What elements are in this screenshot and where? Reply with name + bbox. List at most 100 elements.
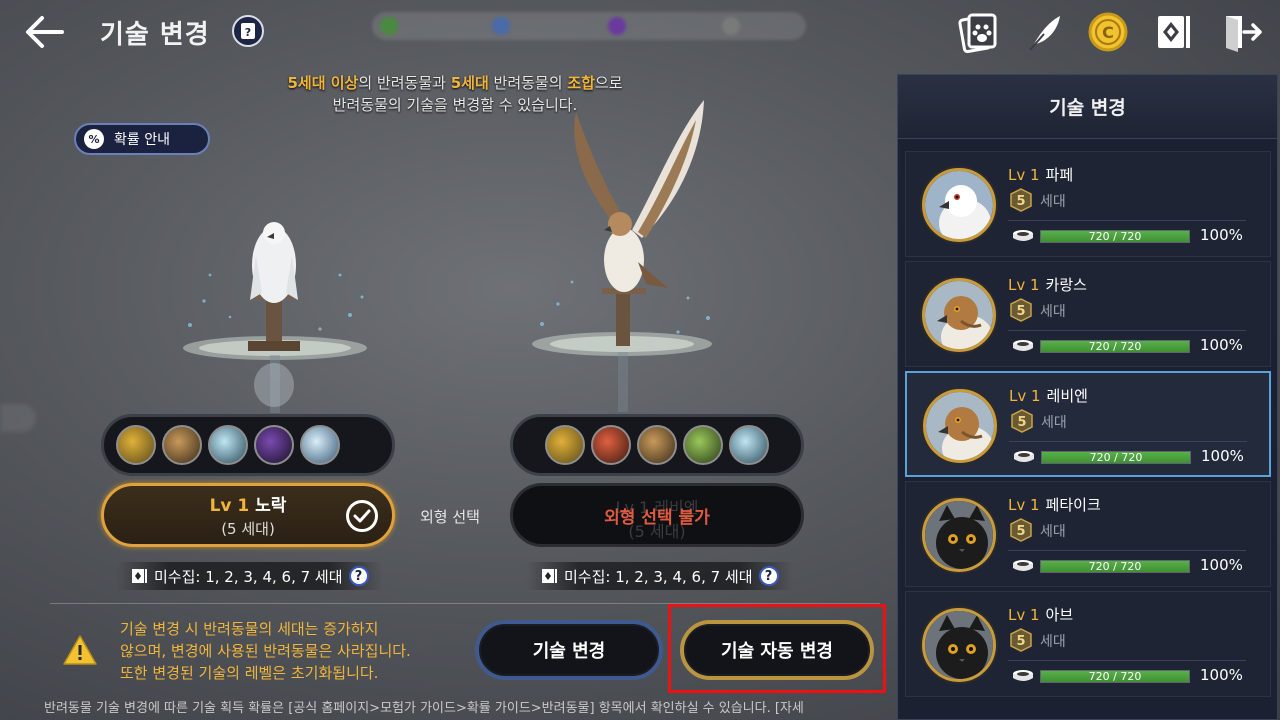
percent-icon: %: [84, 129, 104, 149]
divider: [1008, 220, 1246, 221]
pet-name: 카랑스: [1045, 276, 1087, 294]
bond-bar: 720 / 720: [1040, 670, 1190, 683]
pet-name: 페타이크: [1045, 496, 1101, 514]
generation-label: 세대: [1040, 304, 1066, 320]
footer-note: 반려동물 기술 변경에 따른 기술 획득 확률은 [공식 홈페이지>모험가 가이…: [44, 701, 804, 716]
pet-card[interactable]: Lv 1 아브 5 세대 720 / 720 100%: [905, 591, 1271, 697]
bond-icon: [1012, 668, 1034, 688]
pet-card[interactable]: Lv 1 파페 5 세대 720 / 720 100%: [905, 151, 1271, 257]
left-skill-tray: [101, 414, 395, 476]
bond-bar: 720 / 720: [1041, 451, 1191, 464]
pet-name-row: Lv 1 카랑스: [1008, 274, 1087, 295]
generation-number: 5: [1016, 304, 1025, 319]
generation-badge-icon: 5: [1010, 518, 1032, 542]
right-uncollected-text: 미수집: 1, 2, 3, 4, 6, 7 세대: [564, 567, 753, 586]
left-uncollected-text: 미수집: 1, 2, 3, 4, 6, 7 세대: [154, 567, 343, 586]
left-pet-model: [170, 205, 380, 415]
left-pet-level: Lv 1: [209, 496, 250, 516]
warning-line1: 기술 변경 시 반려동물의 세대는 증가하지: [120, 620, 379, 638]
pickaxe-skill-icon[interactable]: [162, 425, 202, 465]
divider: [1008, 330, 1246, 331]
pet-card[interactable]: Lv 1 카랑스 5 세대 720 / 720 100%: [905, 261, 1271, 367]
left-uncollected: 미수집: 1, 2, 3, 4, 6, 7 세대 ?: [116, 562, 383, 590]
warning-line2: 않으며, 변경에 사용된 반려동물은 사라집니다.: [120, 642, 411, 660]
multi-skill-icon[interactable]: [545, 425, 585, 465]
warning-line3: 또한 변경된 기술의 레벨은 초기화됩니다.: [120, 664, 379, 682]
highlight-box: [668, 604, 886, 693]
pet-level: Lv 1: [1008, 606, 1040, 624]
multi-skill-icon[interactable]: [116, 425, 156, 465]
bond-bar: 720 / 720: [1040, 560, 1190, 573]
top-bar: 기술 변경 ? C: [0, 0, 1280, 64]
bond-value: 720 / 720: [1088, 670, 1142, 683]
feather-icon[interactable]: [1022, 10, 1066, 54]
currency-strip: [372, 12, 806, 40]
pet-avatar: [923, 389, 997, 463]
pet-name-row: Lv 1 레비엔: [1009, 385, 1088, 406]
bond-percent: 100%: [1200, 556, 1243, 574]
left-pet-generation: (5 세대): [221, 520, 275, 538]
pet-name-row: Lv 1 아브: [1008, 604, 1073, 625]
bond-icon: [1012, 228, 1034, 248]
pet-level: Lv 1: [1008, 166, 1040, 184]
left-pet-selector[interactable]: Lv 1 노락 (5 세대): [101, 483, 395, 547]
skill-change-button[interactable]: 기술 변경: [475, 620, 663, 680]
bond-percent: 100%: [1201, 447, 1244, 465]
bond-bar: 720 / 720: [1040, 340, 1190, 353]
generation-badge-icon: 5: [1011, 409, 1033, 433]
bond-bar: 720 / 720: [1040, 230, 1190, 243]
ice-skill-icon[interactable]: [729, 425, 769, 465]
panel-title: 기술 변경: [898, 75, 1277, 139]
pet-list-panel: 기술 변경 Lv 1 파페 5 세대 720 / 720 100% Lv 1 카랑스 5 세대 72…: [897, 74, 1278, 720]
nature-skill-icon[interactable]: [683, 425, 723, 465]
instruction-highlight: 5세대: [450, 74, 489, 92]
warning-icon: [62, 634, 98, 670]
gather-skill-icon[interactable]: [300, 425, 340, 465]
look-select-label: 외형 선택: [420, 508, 480, 526]
bond-value: 720 / 720: [1089, 451, 1143, 464]
pet-card[interactable]: Lv 1 레비엔 5 세대 720 / 720 100%: [905, 371, 1271, 477]
right-skill-tray: [510, 414, 804, 476]
help-icon[interactable]: ?: [348, 566, 369, 586]
pickaxe-skill-icon[interactable]: [637, 425, 677, 465]
ice-skill-icon[interactable]: [208, 425, 248, 465]
bond-percent: 100%: [1200, 226, 1243, 244]
pet-avatar: [922, 608, 996, 682]
divider: [1009, 441, 1247, 442]
help-icon[interactable]: ?: [758, 566, 779, 586]
generation-number: 5: [1017, 415, 1026, 430]
generation-number: 5: [1016, 194, 1025, 209]
instruction-part: 으로: [594, 74, 623, 92]
help-book-icon[interactable]: ?: [232, 15, 264, 47]
side-tab: [0, 404, 36, 432]
generation-badge-icon: 5: [1010, 188, 1032, 212]
pet-card[interactable]: Lv 1 페타이크 5 세대 720 / 720 100%: [905, 481, 1271, 587]
exit-icon[interactable]: [1220, 10, 1264, 54]
generation-badge-icon: 5: [1010, 298, 1032, 322]
generation-label: 세대: [1040, 634, 1066, 650]
bond-percent: 100%: [1200, 666, 1243, 684]
probability-info-button[interactable]: % 확률 안내: [74, 123, 210, 155]
coin-icon[interactable]: C: [1086, 10, 1130, 54]
warning-text: 기술 변경 시 반려동물의 세대는 증가하지 않으며, 변경에 사용된 반려동물…: [120, 618, 470, 684]
pet-avatar: [922, 278, 996, 352]
generation-label: 세대: [1040, 194, 1066, 210]
right-pet-model: [528, 92, 728, 416]
hunt-skill-icon[interactable]: [591, 425, 631, 465]
right-pet-selector[interactable]: Lv 1 레비엔 (5 세대) 외형 선택 불가: [510, 483, 804, 547]
bond-value: 720 / 720: [1088, 340, 1142, 353]
bond-value: 720 / 720: [1088, 560, 1142, 573]
skill-book-icon: [542, 569, 557, 583]
divider: [1008, 660, 1246, 661]
generation-label: 세대: [1041, 415, 1067, 431]
skill-book-icon[interactable]: [1152, 10, 1196, 54]
dark-skill-icon[interactable]: [254, 425, 294, 465]
page-title: 기술 변경: [100, 20, 210, 50]
bond-icon: [1012, 558, 1034, 578]
pet-name: 파페: [1045, 166, 1074, 184]
back-arrow-icon[interactable]: [22, 12, 66, 52]
pet-name-row: Lv 1 파페: [1008, 164, 1073, 185]
generation-number: 5: [1016, 524, 1025, 539]
probability-info-label: 확률 안내: [114, 132, 170, 148]
pet-cards-icon[interactable]: [956, 10, 1000, 54]
